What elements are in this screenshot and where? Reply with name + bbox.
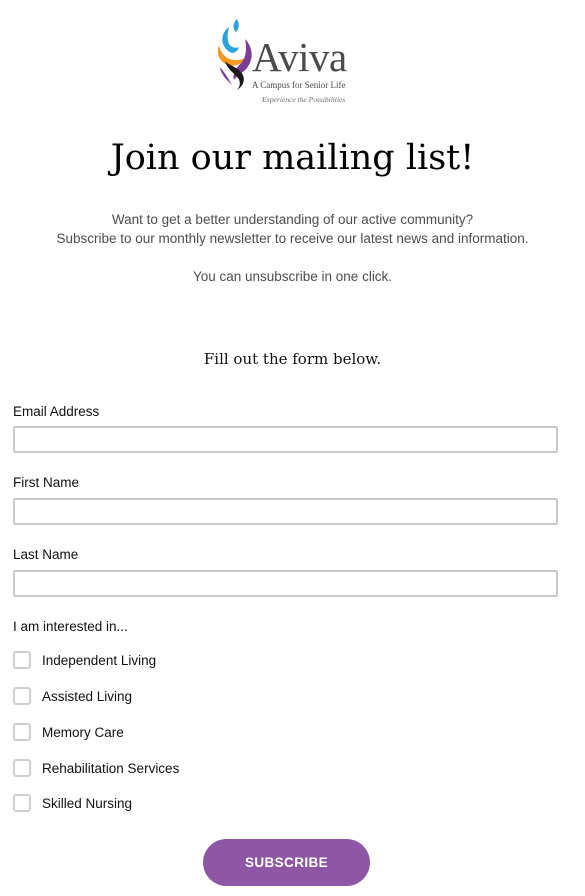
aviva-logo: Aviva A Campus for Senior Life Experienc… xyxy=(215,17,365,107)
last-name-label: Last Name xyxy=(13,547,79,562)
interests-label: I am interested in... xyxy=(13,619,128,634)
email-label: Email Address xyxy=(13,404,100,419)
independent-living-label: Independent Living xyxy=(42,652,157,668)
first-name-label: First Name xyxy=(13,475,80,490)
intro-text-line-2: Subscribe to our monthly newsletter to r… xyxy=(56,231,529,246)
form-heading: Fill out the form below. xyxy=(203,350,382,368)
skilled-nursing-label: Skilled Nursing xyxy=(42,795,133,811)
interest-option-rehabilitation-services[interactable]: Rehabilitation Services xyxy=(13,758,179,778)
email-field[interactable] xyxy=(13,426,558,453)
logo-wordmark: Aviva xyxy=(252,34,347,80)
first-name-field[interactable] xyxy=(13,498,558,525)
rehabilitation-services-label: Rehabilitation Services xyxy=(42,760,180,776)
memory-care-label: Memory Care xyxy=(42,724,124,740)
memory-care-checkbox[interactable] xyxy=(13,723,31,741)
interest-option-skilled-nursing[interactable]: Skilled Nursing xyxy=(13,793,132,813)
interest-option-assisted-living[interactable]: Assisted Living xyxy=(13,686,132,706)
skilled-nursing-checkbox[interactable] xyxy=(13,794,31,812)
assisted-living-label: Assisted Living xyxy=(42,688,133,704)
intro-text-line-1: Want to get a better understanding of ou… xyxy=(111,212,474,227)
independent-living-checkbox[interactable] xyxy=(13,651,31,669)
interest-option-memory-care[interactable]: Memory Care xyxy=(13,722,124,742)
page-title: Join our mailing list! xyxy=(110,138,475,178)
flame-logo-icon xyxy=(217,19,252,90)
logo-motto: Experience the Possibilities xyxy=(262,95,346,104)
unsubscribe-note: You can unsubscribe in one click. xyxy=(192,269,393,284)
logo-tagline: A Campus for Senior Life xyxy=(252,80,346,90)
assisted-living-checkbox[interactable] xyxy=(13,687,31,705)
rehabilitation-services-checkbox[interactable] xyxy=(13,759,31,777)
last-name-field[interactable] xyxy=(13,570,558,597)
subscribe-button[interactable]: SUBSCRIBE xyxy=(203,839,370,886)
interest-option-independent-living[interactable]: Independent Living xyxy=(13,650,156,670)
